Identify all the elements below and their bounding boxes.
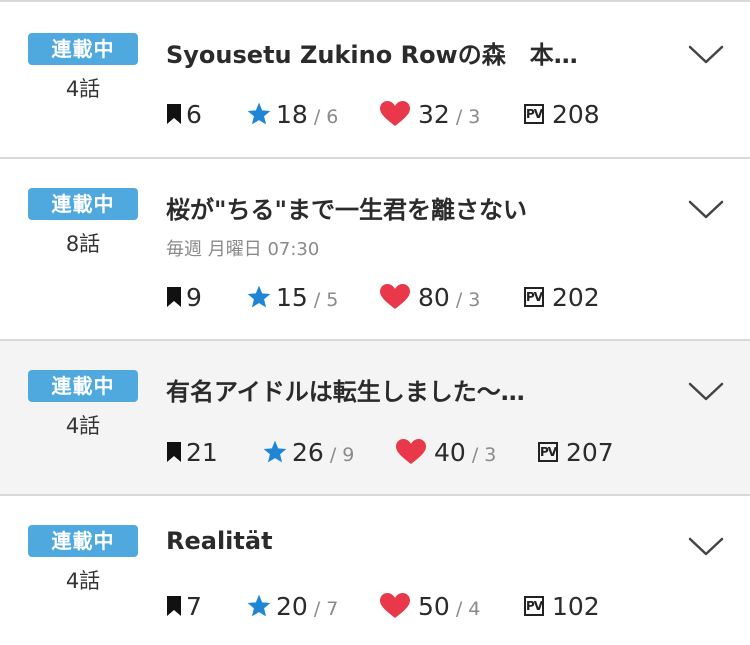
bookmark-count: 7 xyxy=(186,591,202,621)
episode-count: 8話 xyxy=(65,232,101,256)
pv-stat: PV 202 xyxy=(524,281,600,313)
heart-stat: 80 / 3 xyxy=(380,281,480,313)
bookmark-icon xyxy=(167,596,181,616)
star-icon xyxy=(247,102,271,125)
bookmark-count: 9 xyxy=(186,282,202,312)
bookmark-stat: 7 xyxy=(166,590,202,622)
heart-icon xyxy=(380,284,410,309)
work-title[interactable]: Syousetu Zukino Rowの森 本… xyxy=(166,35,646,70)
work-list: 連載中 4話 Syousetu Zukino Rowの森 本… 6 18 / 6… xyxy=(0,0,750,645)
pv-icon: PV xyxy=(524,104,544,124)
star-count: 18 xyxy=(276,99,308,129)
bookmark-icon xyxy=(167,442,181,462)
star-stat: 20 / 7 xyxy=(246,590,338,622)
heart-sub-count: / 3 xyxy=(455,289,481,311)
bookmark-icon xyxy=(167,287,181,307)
work-row[interactable]: 連載中 8話 桜が"ちる"まで一生君を離さない 毎週 月曜日 07:30 9 1… xyxy=(0,159,750,341)
work-row[interactable]: 連載中 4話 有名アイドルは転生しました〜… 21 26 / 9 40 / 3 … xyxy=(0,341,750,496)
heart-sub-count: / 4 xyxy=(455,598,481,620)
bookmark-count: 21 xyxy=(186,437,218,467)
bookmark-icon xyxy=(167,104,181,124)
star-icon xyxy=(247,594,271,617)
heart-count: 50 xyxy=(418,591,450,621)
pv-stat: PV 208 xyxy=(524,98,600,130)
pv-count: 202 xyxy=(552,282,600,312)
heart-icon xyxy=(380,593,410,618)
episode-count: 4話 xyxy=(65,414,101,438)
bookmark-stat: 21 xyxy=(166,436,218,468)
pv-icon: PV xyxy=(538,442,558,462)
heart-count: 40 xyxy=(434,437,466,467)
status-badge: 連載中 xyxy=(28,370,138,402)
work-row[interactable]: 連載中 4話 Realität 7 20 / 7 50 / 4 PV 102 xyxy=(0,496,750,645)
star-count: 15 xyxy=(276,282,308,312)
chevron-down-icon[interactable] xyxy=(688,199,724,221)
heart-sub-count: / 3 xyxy=(471,444,497,466)
work-row[interactable]: 連載中 4話 Syousetu Zukino Rowの森 本… 6 18 / 6… xyxy=(0,2,750,159)
update-schedule: 毎週 月曜日 07:30 xyxy=(166,239,320,260)
chevron-down-icon[interactable] xyxy=(688,381,724,403)
chevron-down-icon[interactable] xyxy=(688,536,724,558)
star-stat: 15 / 5 xyxy=(246,281,338,313)
bookmark-stat: 9 xyxy=(166,281,202,313)
star-icon xyxy=(263,440,287,463)
heart-icon xyxy=(380,101,410,126)
star-count: 20 xyxy=(276,591,308,621)
status-badge: 連載中 xyxy=(28,188,138,220)
episode-count: 4話 xyxy=(65,569,101,593)
bookmark-count: 6 xyxy=(186,99,202,129)
work-title[interactable]: 桜が"ちる"まで一生君を離さない xyxy=(166,190,646,225)
pv-count: 208 xyxy=(552,99,600,129)
pv-count: 207 xyxy=(566,437,614,467)
work-title[interactable]: Realität xyxy=(166,527,646,555)
pv-stat: PV 102 xyxy=(524,590,600,622)
star-count: 26 xyxy=(292,437,324,467)
star-sub-count: / 7 xyxy=(313,598,339,620)
heart-count: 32 xyxy=(418,99,450,129)
star-sub-count: / 5 xyxy=(313,289,339,311)
star-stat: 26 / 9 xyxy=(262,436,354,468)
heart-stat: 40 / 3 xyxy=(396,436,496,468)
heart-sub-count: / 3 xyxy=(455,106,481,128)
pv-icon: PV xyxy=(524,287,544,307)
pv-count: 102 xyxy=(552,591,600,621)
status-badge: 連載中 xyxy=(28,33,138,65)
star-sub-count: / 9 xyxy=(329,444,355,466)
pv-stat: PV 207 xyxy=(538,436,614,468)
star-sub-count: / 6 xyxy=(313,106,339,128)
episode-count: 4話 xyxy=(65,77,101,101)
work-title[interactable]: 有名アイドルは転生しました〜… xyxy=(166,372,646,407)
heart-count: 80 xyxy=(418,282,450,312)
bookmark-stat: 6 xyxy=(166,98,202,130)
heart-stat: 32 / 3 xyxy=(380,98,480,130)
status-badge: 連載中 xyxy=(28,525,138,557)
star-icon xyxy=(247,285,271,308)
star-stat: 18 / 6 xyxy=(246,98,338,130)
heart-icon xyxy=(396,439,426,464)
heart-stat: 50 / 4 xyxy=(380,590,480,622)
pv-icon: PV xyxy=(524,596,544,616)
chevron-down-icon[interactable] xyxy=(688,44,724,66)
